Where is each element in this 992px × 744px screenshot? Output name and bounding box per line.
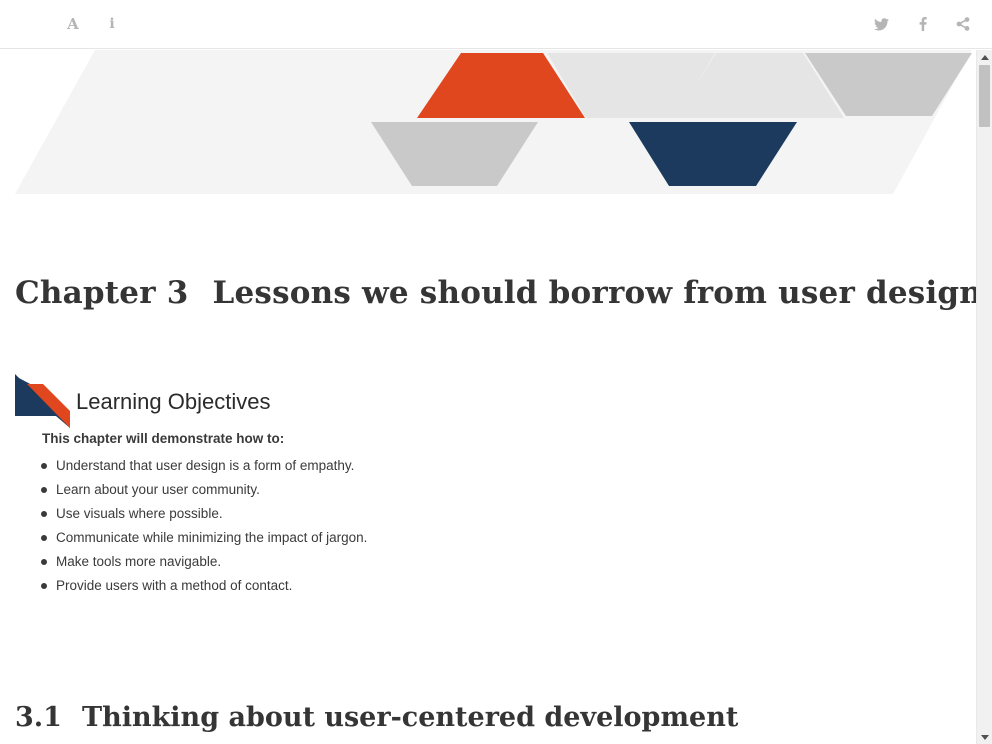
twitter-icon[interactable] <box>873 15 889 33</box>
list-item-text: Make tools more navigable. <box>56 554 222 569</box>
learning-objectives-icon <box>15 374 70 428</box>
section-number: 3.1 <box>15 702 62 733</box>
chapter-content: Chapter 3 Lessons we should borrow from u… <box>0 50 976 744</box>
bullet-icon <box>41 463 47 469</box>
learning-objectives-list: Understand that user design is a form of… <box>41 458 367 602</box>
bullet-icon <box>41 535 47 541</box>
section-title: 3.1 Thinking about user-centered developm… <box>15 702 738 733</box>
bullet-icon <box>41 559 47 565</box>
list-item-text: Use visuals where possible. <box>56 506 223 521</box>
bullet-icon <box>41 583 47 589</box>
learning-objectives-heading: Learning Objectives <box>76 389 271 414</box>
list-item-text: Communicate while minimizing the impact … <box>56 530 368 545</box>
list-item: Communicate while minimizing the impact … <box>41 530 367 554</box>
chapter-title-text: Lessons we should borrow from user desig… <box>212 275 976 311</box>
font-size-icon[interactable]: A <box>66 15 80 33</box>
learning-objectives-box: Learning Objectives This chapter will de… <box>15 372 715 602</box>
facebook-icon[interactable] <box>917 15 929 33</box>
list-item: Provide users with a method of contact. <box>41 578 367 602</box>
list-item: Make tools more navigable. <box>41 554 367 578</box>
scrollbar-thumb[interactable] <box>979 65 990 127</box>
bullet-icon <box>41 487 47 493</box>
section-title-text: Thinking about user-centered development <box>81 702 739 733</box>
list-item: Understand that user design is a form of… <box>41 458 367 482</box>
list-item-text: Provide users with a method of contact. <box>56 578 293 593</box>
info-icon[interactable]: i <box>107 15 117 33</box>
list-item: Use visuals where possible. <box>41 506 367 530</box>
scroll-down-arrow-icon[interactable] <box>977 730 992 744</box>
chapter-number: Chapter 3 <box>15 275 189 311</box>
learning-objectives-intro: This chapter will demonstrate how to: <box>42 431 285 446</box>
bullet-icon <box>41 511 47 517</box>
share-icon[interactable] <box>955 15 971 33</box>
list-item: Learn about your user community. <box>41 482 367 506</box>
top-toolbar: A i <box>0 0 992 49</box>
chapter-title: Chapter 3 Lessons we should borrow from u… <box>15 275 976 311</box>
scroll-up-arrow-icon[interactable] <box>977 50 992 64</box>
vertical-scrollbar[interactable] <box>976 50 992 744</box>
list-item-text: Understand that user design is a form of… <box>56 458 355 473</box>
list-item-text: Learn about your user community. <box>56 482 260 497</box>
chapter-banner-graphic <box>15 50 972 194</box>
